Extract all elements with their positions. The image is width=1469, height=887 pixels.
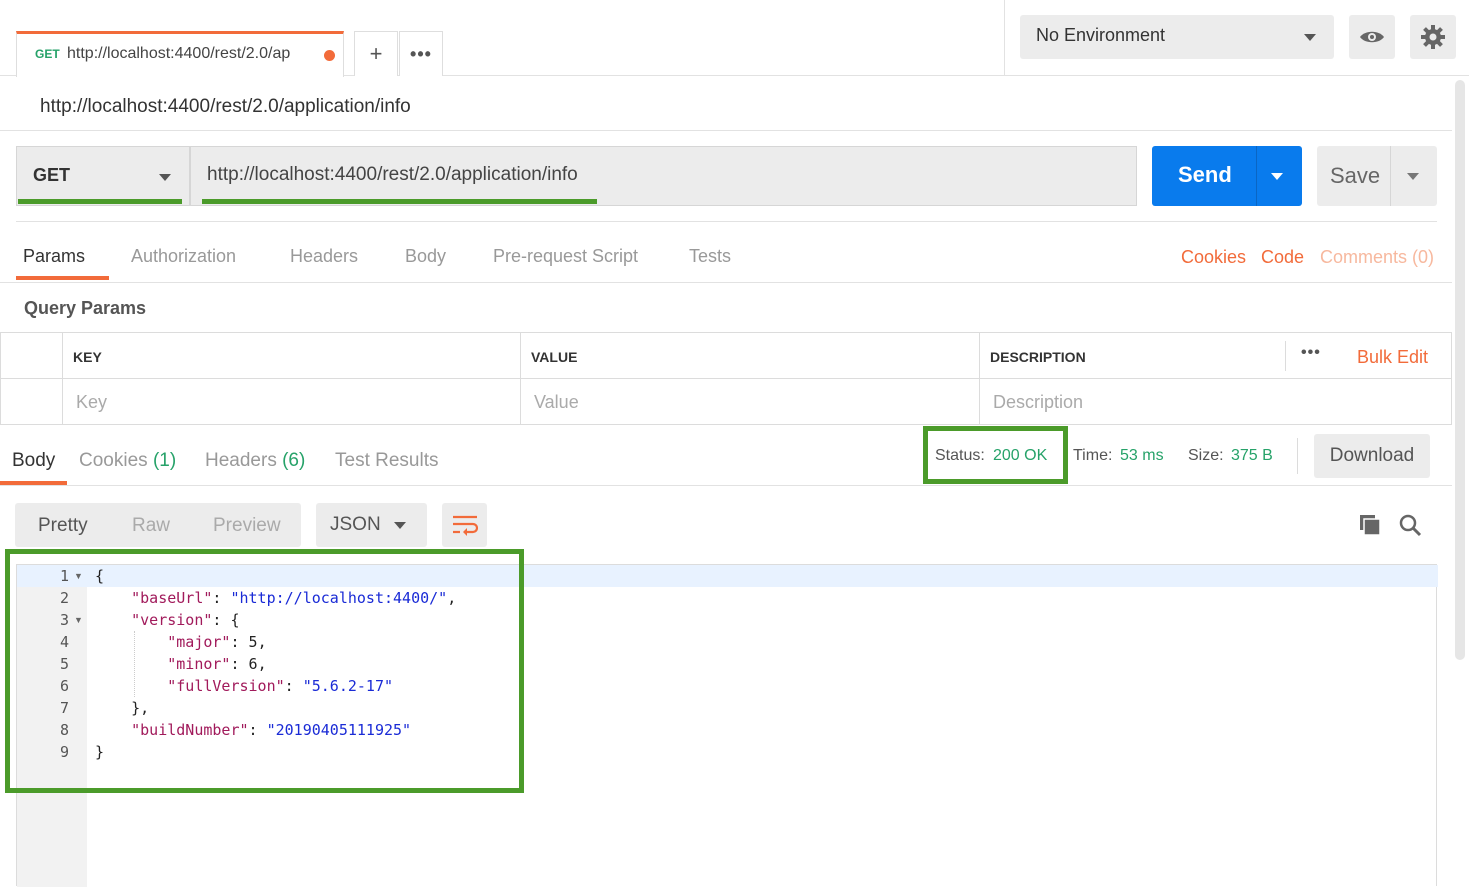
send-button[interactable]: Send [1152,146,1302,206]
query-params-title: Query Params [24,298,147,318]
view-mode-raw[interactable]: Raw [132,515,170,537]
chevron-down-icon [1304,34,1316,41]
chevron-down-icon [394,522,406,529]
top-separator [1004,0,1005,76]
cookies-link[interactable]: Cookies [1181,247,1246,268]
ellipsis-icon[interactable]: ••• [1301,344,1321,362]
chevron-down-icon[interactable] [1271,173,1283,180]
format-label: JSON [330,514,381,535]
search-button[interactable] [1398,513,1422,542]
description-input[interactable]: Description [993,392,1083,413]
key-column [63,333,521,424]
save-split [1390,146,1391,206]
tab-body[interactable]: Body [405,246,446,267]
tab-pre-request-script[interactable]: Pre-request Script [493,246,638,267]
request-tab[interactable]: GET http://localhost:4400/rest/2.0/ap [16,31,344,77]
ellipsis-icon: ••• [410,43,432,64]
response-tab-body[interactable]: Body [12,450,55,472]
view-mode-pretty[interactable]: Pretty [38,515,88,537]
format-select[interactable]: JSON [316,503,427,547]
response-tab-headers[interactable]: Headers (6) [205,450,305,472]
tab-headers[interactable]: Headers [290,246,358,267]
response-tab-test-results[interactable]: Test Results [335,450,438,472]
status-value: 200 OK [993,447,1048,464]
environment-select[interactable]: No Environment [1020,15,1334,59]
time-value: 53 ms [1120,447,1164,464]
send-split [1256,146,1257,206]
cookies-count: (1) [152,450,177,471]
value-input[interactable]: Value [534,392,579,413]
send-label: Send [1178,162,1232,187]
copy-icon [1360,515,1381,536]
unsaved-dot-icon [324,50,335,61]
method-highlight [18,199,182,204]
body-highlight [5,549,524,793]
tab-options-button[interactable]: ••• [399,31,443,76]
save-label: Save [1330,163,1381,188]
wrap-lines-button[interactable] [442,503,487,547]
view-mode-preview[interactable]: Preview [213,515,281,537]
code-link[interactable]: Code [1261,247,1304,268]
tab-tests[interactable]: Tests [689,246,731,267]
chevron-down-icon[interactable] [1407,173,1419,180]
url-highlight [202,199,597,204]
divider [0,282,1452,283]
url-input[interactable]: http://localhost:4400/rest/2.0/applicati… [190,146,1137,206]
active-tab-indicator [16,276,109,280]
eye-icon [1360,31,1384,43]
cookies-tab-label: Cookies [79,450,148,471]
environment-label: No Environment [1036,25,1166,45]
gear-icon [1421,25,1445,49]
headers-tab-label: Headers [205,450,277,471]
headers-count: (6) [282,450,306,471]
value-column [521,333,980,424]
tab-authorization[interactable]: Authorization [131,246,236,267]
wrap-lines-icon [452,515,478,536]
settings-button[interactable] [1410,15,1456,59]
chevron-down-icon [159,174,171,181]
environment-quick-look-button[interactable] [1349,15,1395,59]
size-label: Size: [1188,447,1224,464]
header-divider [1285,341,1286,371]
response-tab-cookies[interactable]: Cookies (1) [79,450,176,472]
description-header: DESCRIPTION [990,349,1086,365]
divider [0,130,1452,131]
new-tab-button[interactable]: + [354,31,398,76]
tab-url: http://localhost:4400/rest/2.0/ap [67,45,291,62]
search-icon [1399,514,1422,537]
copy-button[interactable] [1358,513,1382,542]
size-value: 375 B [1231,447,1273,464]
tab-method: GET [35,47,60,61]
url-value: http://localhost:4400/rest/2.0/applicati… [207,164,578,185]
key-header: KEY [73,349,102,365]
request-title[interactable]: http://localhost:4400/rest/2.0/applicati… [40,96,411,118]
time-label: Time: [1073,447,1113,464]
params-table: KEY VALUE DESCRIPTION ••• Bulk Edit Key … [0,332,1452,425]
method-label: GET [33,165,71,185]
plus-icon: + [369,41,383,66]
checkbox-column [1,333,63,424]
page-scrollbar[interactable] [1455,80,1465,660]
comments-link[interactable]: Comments (0) [1320,247,1434,268]
divider [16,221,1437,222]
tab-params[interactable]: Params [23,246,85,267]
stat-divider [1297,438,1298,474]
key-input[interactable]: Key [76,392,107,413]
save-button[interactable]: Save [1317,146,1437,206]
value-header: VALUE [531,349,578,365]
divider [0,485,1452,486]
download-button[interactable]: Download [1314,434,1430,478]
method-select[interactable]: GET [16,146,190,206]
view-mode-group: Pretty Raw Preview [15,503,301,547]
bulk-edit-link[interactable]: Bulk Edit [1357,347,1428,368]
status-label: Status: [935,447,985,464]
